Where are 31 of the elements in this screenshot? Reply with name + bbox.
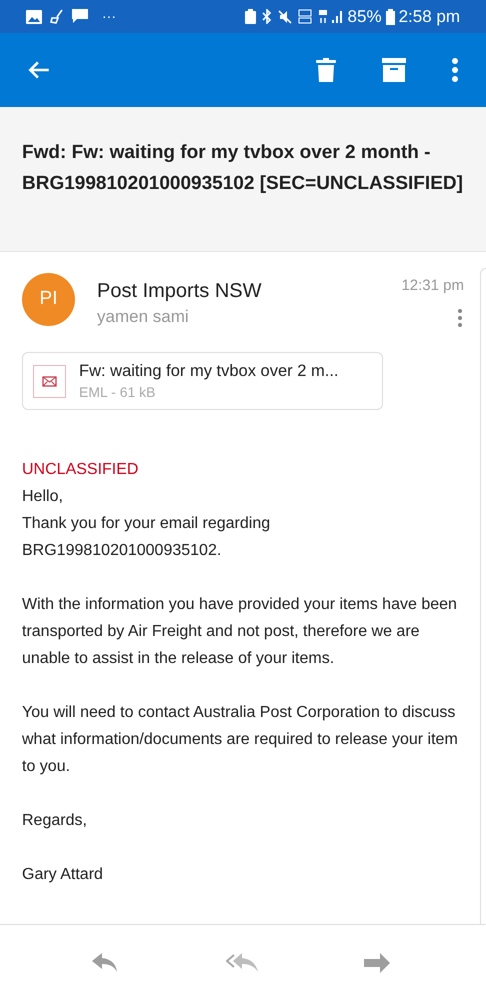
message-menu-button[interactable]: [458, 308, 464, 328]
attachment-name: Fw: waiting for my tvbox over 2 m...: [79, 361, 338, 382]
body-paragraph: With the information you have provided your items have been transported by Air Freight and not post, therefore we are unable to assist in the release of your items.: [22, 595, 458, 669]
classification-label: UNCLASSIFIED: [22, 460, 140, 480]
bluetooth-icon: [262, 9, 272, 24]
gallery-icon: [26, 10, 42, 24]
sender-name: Post Imports NSW: [97, 279, 262, 304]
message-time: 12:31 pm: [401, 276, 464, 296]
archive-button[interactable]: [382, 57, 408, 83]
more-options-button[interactable]: [452, 57, 460, 83]
battery-icon: [386, 8, 395, 24]
chat-icon: [72, 9, 88, 24]
body-paragraph: Thank you for your email regarding BRG199810201000935102.: [22, 514, 272, 561]
signal-icon: [332, 10, 344, 23]
body-paragraph: You will need to contact Australia Post Corporation to discuss what information/documents are required to release your item to you.: [22, 703, 459, 777]
more-notifications: ···: [102, 7, 116, 26]
body-paragraph: Gary Attard: [22, 865, 104, 885]
body-paragraph: Regards,: [22, 811, 88, 831]
recipient-name: yamen sami: [97, 306, 190, 328]
sender-avatar: PI: [22, 273, 75, 326]
delete-button[interactable]: [316, 57, 338, 83]
email-subject: Fwd: Fw: waiting for my tvbox over 2 month - BRG199810201000935102 [SEC=UNCLASSIFIED]: [22, 141, 464, 196]
battery-saver-icon: [244, 9, 256, 24]
attachment-size: EML - 61 kB: [79, 383, 157, 402]
broom-icon: [50, 9, 64, 24]
mute-icon: [278, 10, 292, 24]
attachment-card[interactable]: Fw: waiting for my tvbox over 2 m... EML - 61 kB: [22, 352, 383, 410]
battery-percent: 85%: [348, 6, 382, 28]
clock: 2:58 pm: [398, 6, 460, 28]
email-file-icon: [33, 364, 66, 398]
greeting: Hello,: [22, 487, 64, 507]
